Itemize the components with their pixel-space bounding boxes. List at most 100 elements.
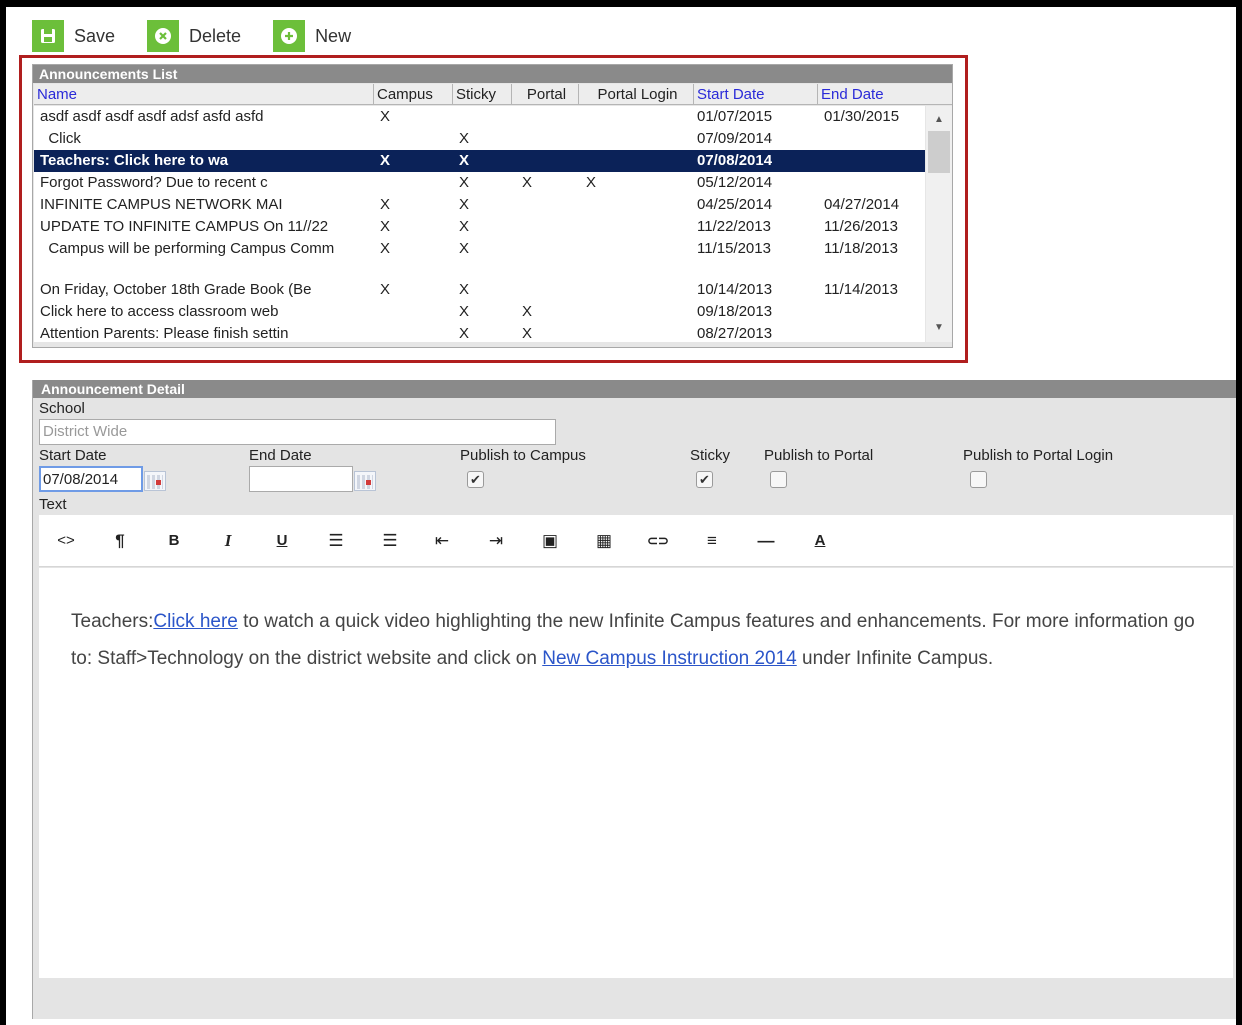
scroll-down-icon[interactable]: ▼ xyxy=(926,320,952,336)
editor-content[interactable]: Teachers:Click here to watch a quick vid… xyxy=(39,568,1233,978)
publish-campus-label: Publish to Campus xyxy=(460,447,586,464)
save-button[interactable]: Save xyxy=(32,20,115,52)
calendar-icon[interactable] xyxy=(354,471,376,491)
column-header-end-date[interactable]: End Date xyxy=(818,84,952,105)
row-start-date: 07/09/2014 xyxy=(697,130,773,147)
outdent-icon[interactable]: ⇤ xyxy=(429,529,455,553)
new-button[interactable]: New xyxy=(273,20,351,52)
row-sticky: X xyxy=(459,152,470,169)
table-row[interactable]: asdf asdf asdf asdf adsf asfd asfd X 01/… xyxy=(34,106,925,128)
publish-portal-login-checkbox[interactable] xyxy=(970,471,987,488)
scroll-up-icon[interactable]: ▲ xyxy=(926,112,952,128)
list-header: Name Campus Sticky Portal Portal Login S… xyxy=(34,84,952,105)
delete-button[interactable]: Delete xyxy=(147,20,241,52)
row-start-date: 07/08/2014 xyxy=(697,152,773,169)
action-toolbar: Save Delete New xyxy=(32,20,351,52)
announcement-detail-panel: Announcement Detail School District Wide… xyxy=(32,380,1236,1019)
school-field[interactable]: District Wide xyxy=(39,419,556,445)
announcement-detail-title: Announcement Detail xyxy=(33,380,1236,398)
announcements-list: Announcements List Name Campus Sticky Po… xyxy=(32,64,953,348)
image-icon[interactable]: ▣ xyxy=(537,529,563,553)
row-start-date: 05/12/2014 xyxy=(697,174,773,191)
column-header-portal-login[interactable]: Portal Login xyxy=(579,84,694,105)
window-frame-left xyxy=(0,0,6,1025)
publish-portal-checkbox[interactable] xyxy=(770,471,787,488)
publish-campus-checkbox[interactable]: ✔ xyxy=(467,471,484,488)
row-portal: X xyxy=(522,325,533,342)
row-campus: X xyxy=(380,108,391,125)
table-row[interactable]: On Friday, October 18th Grade Book (Be X… xyxy=(34,279,925,301)
table-row[interactable]: Click X 07/09/2014 xyxy=(34,128,925,150)
start-date-field[interactable]: 07/08/2014 xyxy=(39,466,143,492)
publish-portal-login-label: Publish to Portal Login xyxy=(963,447,1114,464)
scroll-thumb[interactable] xyxy=(928,131,950,173)
italic-icon[interactable]: I xyxy=(215,529,241,553)
table-row[interactable]: Campus will be performing Campus Comm X … xyxy=(34,238,925,278)
publish-portal-label: Publish to Portal xyxy=(764,447,874,464)
row-start-date: 11/15/2013 xyxy=(697,240,771,257)
row-name: Attention Parents: Please finish settin xyxy=(40,325,289,342)
click-here-link[interactable]: Click here xyxy=(153,611,237,632)
indent-icon[interactable]: ⇥ xyxy=(483,529,509,553)
table-row[interactable]: Attention Parents: Please finish settin … xyxy=(34,323,925,342)
row-end-date: 01/30/2015 xyxy=(824,108,900,125)
list-body: asdf asdf asdf asdf adsf asfd asfd X 01/… xyxy=(34,106,925,342)
start-date-label: Start Date xyxy=(39,447,107,464)
row-sticky: X xyxy=(459,196,470,213)
row-name: asdf asdf asdf asdf adsf asfd asfd xyxy=(40,108,264,125)
column-header-campus[interactable]: Campus xyxy=(374,84,453,105)
column-header-name[interactable]: Name xyxy=(34,84,374,105)
table-row-selected[interactable]: Teachers: Click here to wa X X 07/08/201… xyxy=(34,150,925,172)
new-campus-instruction-link[interactable]: New Campus Instruction 2014 xyxy=(542,648,797,669)
row-start-date: 10/14/2013 xyxy=(697,281,773,298)
row-name: Teachers: Click here to wa xyxy=(40,152,229,169)
announcements-list-title: Announcements List xyxy=(33,65,952,83)
link-icon[interactable]: ⊂⊃ xyxy=(645,529,671,553)
row-sticky: X xyxy=(459,130,470,147)
table-row[interactable]: UPDATE TO INFINITE CAMPUS On 11//22 X X … xyxy=(34,216,925,238)
editor-toolbar: <> ¶ B I U ☰ ☰ ⇤ ⇥ ▣ ▦ ⊂⊃ ≡ — A xyxy=(39,515,1233,567)
delete-icon xyxy=(147,20,180,52)
delete-label: Delete xyxy=(189,25,242,46)
row-start-date: 01/07/2015 xyxy=(697,108,773,125)
end-date-field[interactable] xyxy=(249,466,353,492)
bulleted-list-icon[interactable]: ☰ xyxy=(323,529,349,553)
row-sticky: X xyxy=(459,240,470,257)
row-end-date: 11/18/2013 xyxy=(824,240,898,257)
table-row[interactable]: Click here to access classroom web X X 0… xyxy=(34,301,925,323)
window-frame-right xyxy=(1236,0,1242,1025)
table-row[interactable]: Forgot Password? Due to recent c X X X 0… xyxy=(34,172,925,194)
list-scrollbar[interactable]: ▲ ▼ xyxy=(926,106,952,342)
column-header-start-date[interactable]: Start Date xyxy=(694,84,818,105)
underline-icon[interactable]: U xyxy=(269,529,295,553)
calendar-icon[interactable] xyxy=(144,471,166,491)
window-frame-top xyxy=(0,0,1242,7)
row-campus: X xyxy=(380,281,391,298)
row-name: Campus will be performing Campus Comm xyxy=(40,240,335,257)
sticky-checkbox[interactable]: ✔ xyxy=(696,471,713,488)
row-name: INFINITE CAMPUS NETWORK MAI xyxy=(40,196,283,213)
row-campus: X xyxy=(380,240,391,257)
sticky-label: Sticky xyxy=(690,447,731,464)
row-sticky: X xyxy=(459,218,470,235)
row-sticky: X xyxy=(459,281,470,298)
row-campus: X xyxy=(380,218,391,235)
paragraph-icon[interactable]: ¶ xyxy=(107,529,133,553)
editor-text-part1: Teachers: xyxy=(71,611,154,632)
row-sticky: X xyxy=(459,174,470,191)
table-row[interactable]: INFINITE CAMPUS NETWORK MAI X X 04/25/20… xyxy=(34,194,925,216)
numbered-list-icon[interactable]: ☰ xyxy=(377,529,403,553)
row-end-date: 11/14/2013 xyxy=(824,281,898,298)
bold-icon[interactable]: B xyxy=(161,529,187,553)
row-name: UPDATE TO INFINITE CAMPUS On 11//22 xyxy=(40,218,329,235)
horizontal-rule-icon[interactable]: — xyxy=(753,529,779,553)
row-portal: X xyxy=(522,174,533,191)
font-color-icon[interactable]: A xyxy=(807,529,833,553)
row-name: Forgot Password? Due to recent c xyxy=(40,174,268,191)
row-campus: X xyxy=(380,152,391,169)
column-header-portal[interactable]: Portal xyxy=(512,84,579,105)
align-icon[interactable]: ≡ xyxy=(699,529,725,553)
column-header-sticky[interactable]: Sticky xyxy=(453,84,512,105)
table-icon[interactable]: ▦ xyxy=(591,529,617,553)
code-view-icon[interactable]: <> xyxy=(53,529,79,553)
